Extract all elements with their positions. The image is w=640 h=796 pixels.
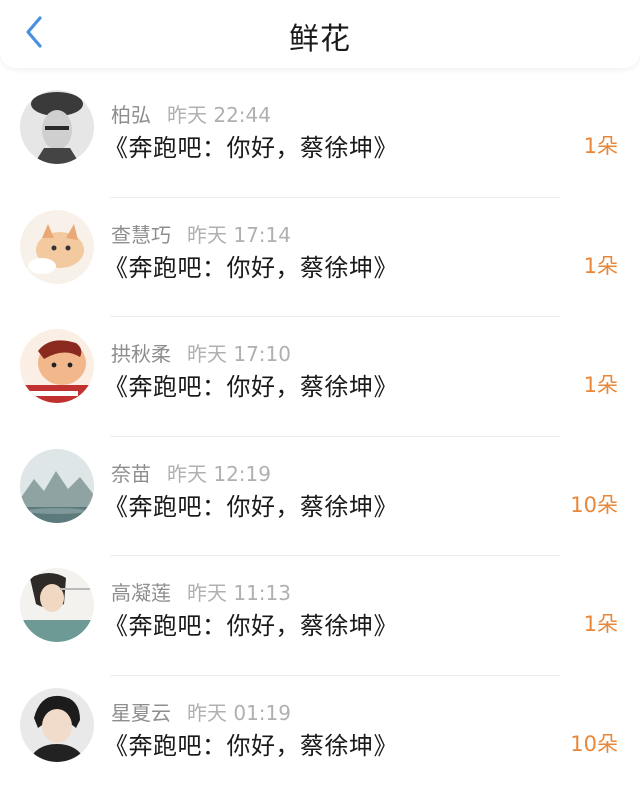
sender-name: 高凝莲 <box>111 581 171 606</box>
item-meta: 拱秋柔 昨天 17:10 <box>111 338 291 367</box>
timestamp: 昨天 17:10 <box>187 342 291 367</box>
book-title: 《奔跑吧：你好，蔡徐坤》 <box>104 373 398 402</box>
list-item[interactable]: 查慧巧 昨天 17:14 《奔跑吧：你好，蔡徐坤》 1朵 <box>0 198 640 318</box>
sender-name: 拱秋柔 <box>111 342 171 367</box>
list-item[interactable]: 高凝莲 昨天 11:13 《奔跑吧：你好，蔡徐坤》 1朵 <box>0 556 640 676</box>
avatar[interactable] <box>20 448 94 523</box>
avatar[interactable] <box>20 687 94 762</box>
avatar[interactable] <box>20 329 94 404</box>
timestamp: 昨天 12:19 <box>167 461 271 486</box>
item-meta: 星夏云 昨天 01:19 <box>111 697 291 726</box>
flower-count: 10朵 <box>570 492 618 517</box>
top-navigation-bar: 鲜花 <box>0 0 640 68</box>
timestamp: 昨天 01:19 <box>187 700 291 725</box>
avatar[interactable] <box>20 209 94 284</box>
list-item[interactable]: 奈苗 昨天 12:19 《奔跑吧：你好，蔡徐坤》 10朵 <box>0 437 640 557</box>
flower-count: 1朵 <box>583 253 618 278</box>
book-title: 《奔跑吧：你好，蔡徐坤》 <box>104 731 398 760</box>
flower-count: 1朵 <box>583 612 618 637</box>
flower-count: 10朵 <box>570 731 618 756</box>
item-meta: 奈苗 昨天 12:19 <box>111 458 271 487</box>
sender-name: 奈苗 <box>111 461 151 486</box>
list-item[interactable]: 星夏云 昨天 01:19 《奔跑吧：你好，蔡徐坤》 10朵 <box>0 676 640 796</box>
item-meta: 高凝莲 昨天 11:13 <box>111 577 291 606</box>
flower-count: 1朵 <box>583 373 618 398</box>
book-title: 《奔跑吧：你好，蔡徐坤》 <box>104 492 398 521</box>
book-title: 《奔跑吧：你好，蔡徐坤》 <box>104 134 398 162</box>
avatar[interactable] <box>20 568 94 643</box>
sender-name: 查慧巧 <box>111 222 171 247</box>
sender-name: 星夏云 <box>111 700 171 725</box>
item-meta: 查慧巧 昨天 17:14 <box>111 219 291 248</box>
list-item[interactable]: 柏弘 昨天 22:44 《奔跑吧：你好，蔡徐坤》 1朵 <box>0 78 640 198</box>
sender-name: 柏弘 <box>111 103 151 127</box>
timestamp: 昨天 17:14 <box>187 222 291 247</box>
book-title: 《奔跑吧：你好，蔡徐坤》 <box>104 612 398 641</box>
item-meta: 柏弘 昨天 22:44 <box>111 99 271 128</box>
timestamp: 昨天 22:44 <box>167 103 271 127</box>
page-title: 鲜花 <box>289 22 351 57</box>
list-item[interactable]: 拱秋柔 昨天 17:10 《奔跑吧：你好，蔡徐坤》 1朵 <box>0 317 640 437</box>
avatar[interactable] <box>20 90 94 164</box>
book-title: 《奔跑吧：你好，蔡徐坤》 <box>104 253 398 282</box>
flower-list: 柏弘 昨天 22:44 《奔跑吧：你好，蔡徐坤》 1朵 查慧巧 昨天 17:14 《… <box>0 78 640 796</box>
flower-count: 1朵 <box>583 134 618 158</box>
timestamp: 昨天 11:13 <box>187 581 291 606</box>
